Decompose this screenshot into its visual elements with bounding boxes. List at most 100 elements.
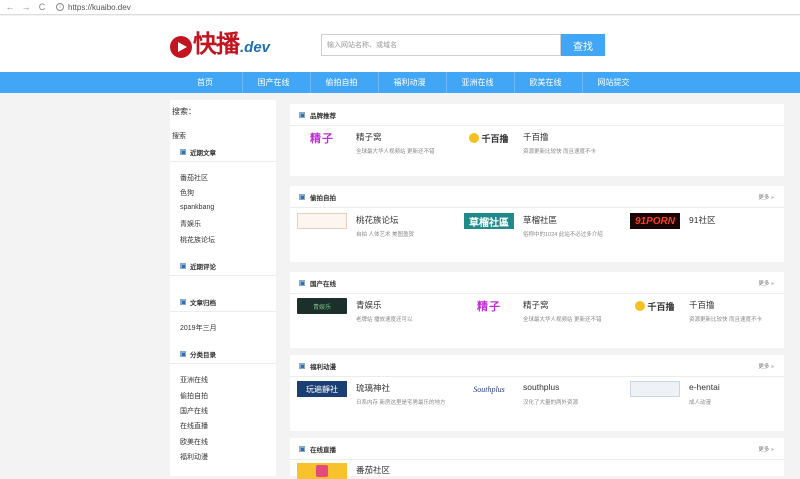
site-name[interactable]: 精子窝	[356, 131, 382, 143]
archive-link[interactable]: 2019年三月	[180, 323, 217, 333]
main-navigation: 首页 国产在线 偷拍自拍 福利动漫 亚洲在线 欧美在线 网站提交	[0, 72, 800, 93]
section-header: 偷拍自拍 更多 »	[290, 186, 784, 208]
site-thumbnail[interactable]: 青娱乐	[297, 298, 347, 314]
site-logo[interactable]: 快播 .dev	[170, 28, 270, 58]
recent-post-link[interactable]: 番茄社区	[180, 173, 208, 183]
nav-home[interactable]: 首页	[174, 72, 236, 93]
category-link[interactable]: 福利动漫	[180, 452, 208, 462]
recent-comments-title: 近期评论	[190, 264, 216, 271]
section-title: 品牌推荐	[310, 112, 336, 120]
site-thumbnail[interactable]: 草榴社區	[464, 213, 514, 229]
nav-candid[interactable]: 偷拍自拍	[310, 72, 372, 93]
url-text: https://kuaibo.dev	[68, 2, 131, 12]
site-thumbnail[interactable]	[297, 213, 347, 229]
site-name[interactable]: 琉璃神社	[356, 382, 390, 394]
category-link[interactable]: 偷拍自拍	[180, 391, 208, 401]
site-card[interactable]: Southplus southplus 汉化了大量的两外资源	[457, 381, 622, 421]
recent-post-link[interactable]: 青娱乐	[180, 219, 201, 229]
site-card[interactable]: 青娱乐 青娱乐 老牌站 播放速度还可以	[290, 298, 455, 338]
site-name[interactable]: 千百撸	[523, 131, 549, 143]
section-more-link[interactable]: 更多 »	[758, 445, 774, 453]
archives-title: 文章归档	[190, 300, 216, 307]
site-card[interactable]: 千百撸 千百撸 资源更新比较快 而且速度不卡	[457, 130, 622, 170]
section-header: 福利动漫 更多 »	[290, 355, 784, 377]
site-info-icon[interactable]: i	[56, 3, 64, 11]
categories-title: 分类目录	[190, 352, 216, 359]
site-thumbnail[interactable]: 千百撸	[630, 298, 680, 314]
nav-western[interactable]: 欧美在线	[514, 72, 576, 93]
section-header: 品牌推荐	[290, 104, 784, 126]
site-description: 全球最大华人视频站 更新还不错	[523, 317, 602, 323]
widget-icon	[180, 263, 186, 269]
section-brand: 品牌推荐 精子 精子窝 全球最大华人视频站 更新还不错 千百撸 千百撸 资源更新…	[290, 104, 784, 176]
browser-toolbar: ← → C i https://kuaibo.dev	[0, 0, 800, 15]
search-button[interactable]: 查找	[561, 34, 605, 56]
site-card[interactable]: e-hentai 成人动漫	[623, 381, 788, 421]
recent-post-link[interactable]: spankbang	[180, 204, 214, 211]
category-link[interactable]: 在线直播	[180, 421, 208, 431]
nav-asia[interactable]: 亚洲在线	[446, 72, 508, 93]
site-description: 自拍 人体艺术 美图盈贺	[356, 232, 415, 238]
category-link[interactable]: 国产在线	[180, 406, 208, 416]
forward-arrow-icon[interactable]: →	[20, 1, 32, 13]
section-domestic: 国产在线 更多 » 青娱乐 青娱乐 老牌站 播放速度还可以 精子 精子窝 全球最…	[290, 272, 784, 348]
site-name[interactable]: southplus	[523, 382, 559, 392]
widget-icon	[180, 299, 186, 305]
site-name[interactable]: 草榴社區	[523, 214, 557, 226]
logo-suffix: .dev	[240, 39, 271, 56]
site-thumbnail[interactable]	[630, 381, 680, 397]
site-thumbnail[interactable]: 精子	[297, 130, 347, 146]
site-card[interactable]: 精子 精子窝 全球最大华人视频站 更新还不错	[290, 130, 455, 170]
site-card[interactable]: 千百撸 千百撸 资源更新比较快 而且速度不卡	[623, 298, 788, 338]
section-more-link[interactable]: 更多 »	[758, 193, 774, 201]
site-description: 资源更新比较快 而且速度不卡	[523, 149, 597, 155]
nav-anime[interactable]: 福利动漫	[378, 72, 440, 93]
sidebar: 搜索： 搜索 近期文章 番茄社区 色狗 spankbang 青娱乐 桃花族论坛 …	[170, 100, 276, 476]
recent-post-link[interactable]: 色狗	[180, 188, 194, 198]
section-title: 国产在线	[310, 280, 336, 288]
sidebar-search-button[interactable]: 搜索	[172, 131, 186, 141]
site-thumbnail-text: 千百撸	[647, 301, 675, 312]
site-thumbnail-text: 千百撸	[481, 133, 509, 144]
section-more-link[interactable]: 更多 »	[758, 362, 774, 370]
site-name[interactable]: 番茄社区	[356, 464, 390, 476]
site-thumbnail[interactable]: 精子	[464, 298, 514, 314]
section-anime: 福利动漫 更多 » 玩遍靜社 琉璃神社 日系内存 新房这里是宅男最乐的地方 So…	[290, 355, 784, 431]
site-thumbnail[interactable]: Southplus	[464, 381, 514, 397]
site-name[interactable]: e-hentai	[689, 382, 720, 392]
site-card[interactable]: 玩遍靜社 琉璃神社 日系内存 新房这里是宅男最乐的地方	[290, 381, 455, 421]
site-card[interactable]: 番茄社区	[290, 463, 455, 479]
main-content: 品牌推荐 精子 精子窝 全球最大华人视频站 更新还不错 千百撸 千百撸 资源更新…	[290, 100, 784, 479]
recent-comments-heading: 近期评论	[180, 261, 270, 271]
nav-domestic[interactable]: 国产在线	[242, 72, 304, 93]
site-card[interactable]: 精子 精子窝 全球最大华人视频站 更新还不错	[457, 298, 622, 338]
site-card[interactable]: 桃花族论坛 自拍 人体艺术 美图盈贺	[290, 213, 455, 253]
site-name[interactable]: 精子窝	[523, 299, 549, 311]
site-thumbnail[interactable]: 千百撸	[464, 130, 514, 146]
site-thumbnail[interactable]: 91PORN	[630, 213, 680, 229]
section-icon	[299, 111, 305, 118]
site-thumbnail[interactable]	[297, 463, 347, 479]
back-arrow-icon[interactable]: ←	[4, 1, 16, 13]
site-thumbnail[interactable]: 玩遍靜社	[297, 381, 347, 397]
site-name[interactable]: 91社区	[689, 214, 715, 226]
site-card[interactable]: 草榴社區 草榴社區 俗称中的1024 此站不必过多介绍	[457, 213, 622, 253]
site-name[interactable]: 青娱乐	[356, 299, 382, 311]
divider	[170, 363, 276, 364]
divider	[170, 161, 276, 162]
recent-post-link[interactable]: 桃花族论坛	[180, 235, 215, 245]
site-name[interactable]: 千百撸	[689, 299, 715, 311]
nav-submit-site[interactable]: 网站提交	[582, 72, 644, 93]
site-description: 资源更新比较快 而且速度不卡	[689, 317, 763, 323]
section-more-link[interactable]: 更多 »	[758, 279, 774, 287]
section-live: 在线直播 更多 » 番茄社区	[290, 438, 784, 479]
site-card[interactable]: 91PORN 91社区	[623, 213, 788, 253]
category-link[interactable]: 欧美在线	[180, 437, 208, 447]
address-bar[interactable]: i https://kuaibo.dev	[56, 3, 131, 12]
section-candid: 偷拍自拍 更多 » 桃花族论坛 自拍 人体艺术 美图盈贺 草榴社區 草榴社區 俗…	[290, 186, 784, 262]
category-link[interactable]: 亚洲在线	[180, 375, 208, 385]
reload-icon[interactable]: C	[36, 1, 48, 13]
logo-text: 快播	[193, 31, 240, 58]
search-input[interactable]	[321, 34, 561, 56]
site-name[interactable]: 桃花族论坛	[356, 214, 399, 226]
